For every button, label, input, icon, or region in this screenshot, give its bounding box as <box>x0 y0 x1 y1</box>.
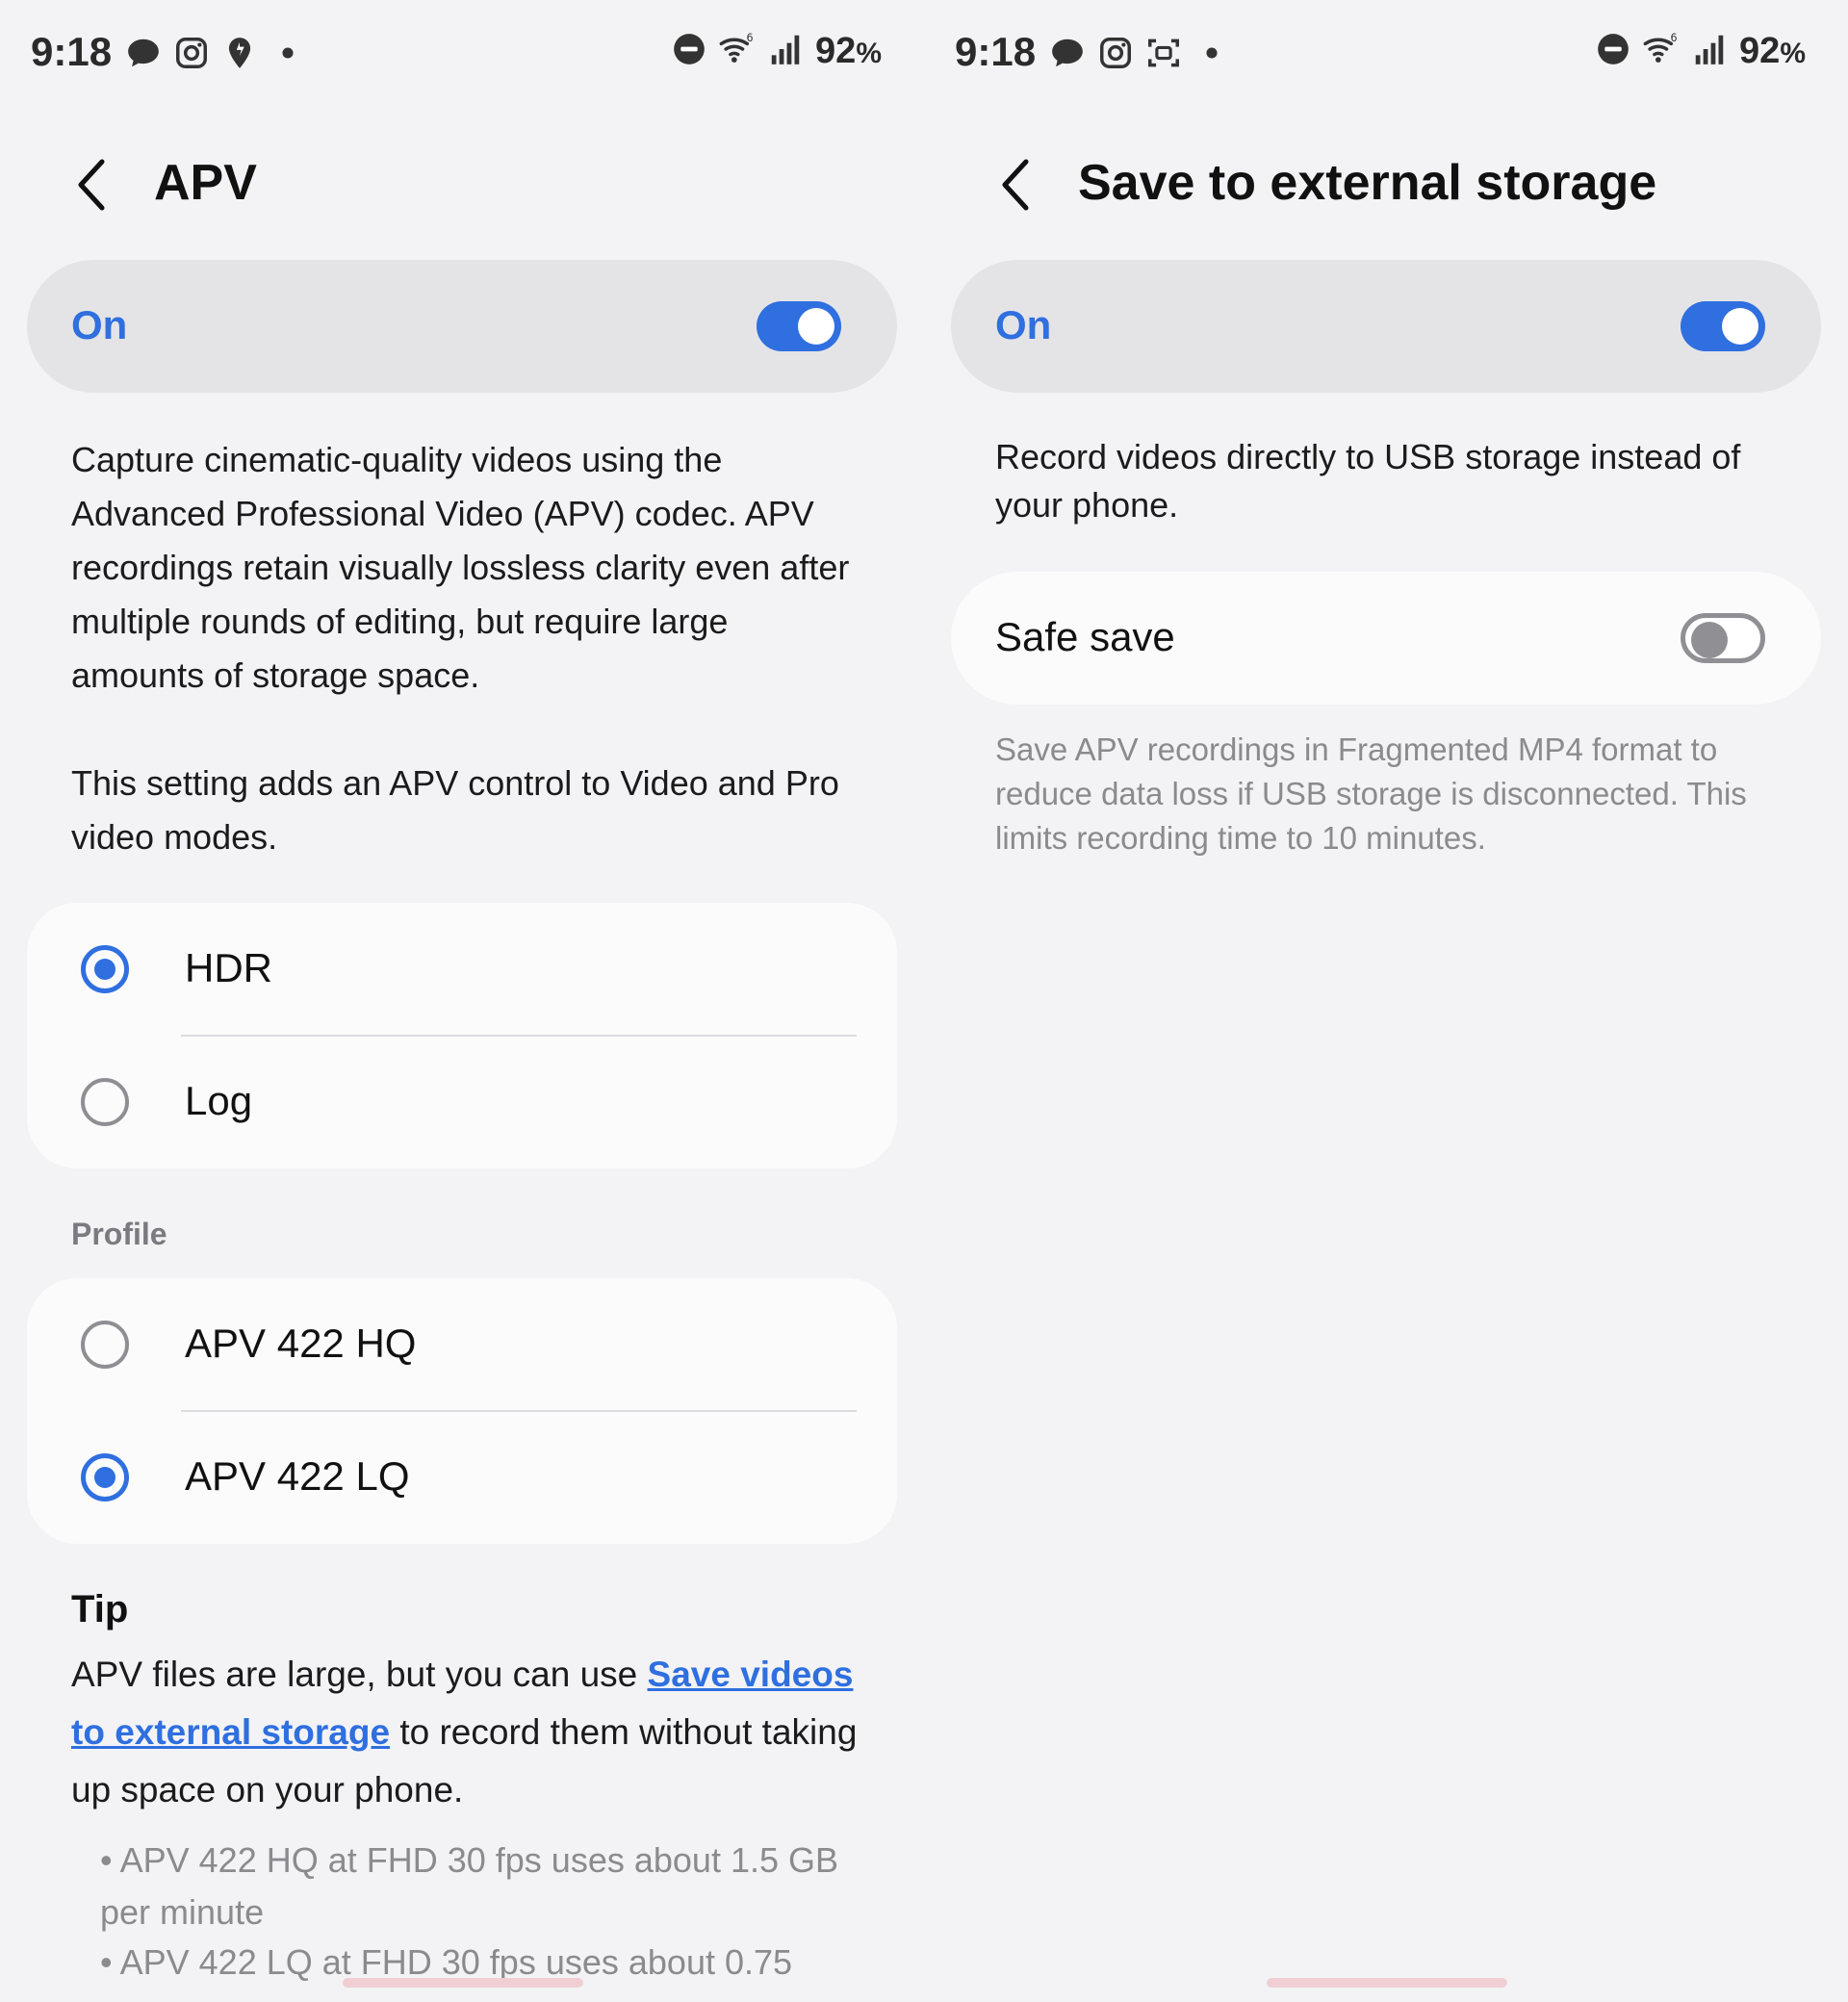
wifi-6-icon: 6 <box>1643 31 1680 72</box>
apv-description: Capture cinematic-quality videos using t… <box>71 440 850 695</box>
instagram-icon <box>173 35 210 76</box>
chevron-left-icon <box>1002 159 1029 211</box>
radio-apv-422-lq[interactable] <box>81 1453 129 1502</box>
radio-apv-422-hq[interactable] <box>81 1321 129 1369</box>
dot-icon <box>270 35 306 76</box>
tip-body: APV files are large, but you can use Sav… <box>71 1646 880 1819</box>
back-button[interactable] <box>995 156 1040 214</box>
safe-save-row[interactable]: Safe save <box>951 572 1821 705</box>
screenshot-icon <box>1145 35 1182 76</box>
dot-icon <box>1194 35 1230 76</box>
master-toggle[interactable] <box>757 301 841 351</box>
svg-text:6: 6 <box>1671 32 1678 44</box>
battery-level: 92% <box>815 31 882 71</box>
master-switch-bar[interactable]: On <box>951 260 1821 393</box>
profile-options-card: APV 422 HQ APV 422 LQ <box>27 1278 897 1544</box>
safe-save-toggle[interactable] <box>1681 613 1765 663</box>
status-time: 9:18 <box>31 29 113 74</box>
wifi-6-icon: 6 <box>719 31 756 72</box>
master-switch-label: On <box>71 302 128 347</box>
safe-save-label: Safe save <box>995 614 1175 659</box>
do-not-disturb-icon <box>1595 31 1631 72</box>
chat-bubble-icon <box>125 35 162 76</box>
home-indicator[interactable] <box>343 1978 583 1988</box>
radio-hdr[interactable] <box>81 945 129 993</box>
tip-bullet: • APV 422 HQ at FHD 30 fps uses about 1.… <box>100 1840 839 1932</box>
notification-icons <box>1049 35 1230 76</box>
option-label: HDR <box>185 945 272 990</box>
external-description: Record videos directly to USB storage in… <box>995 437 1741 525</box>
status-time: 9:18 <box>955 29 1037 74</box>
signal-bars-icon <box>1691 31 1728 72</box>
system-icons: 6 92% <box>1595 31 1806 72</box>
option-apv-422-lq[interactable]: APV 422 LQ <box>27 1411 897 1544</box>
status-bar: 9:18 6 92% <box>924 0 1848 106</box>
master-switch-label: On <box>995 302 1052 347</box>
svg-text:6: 6 <box>747 32 754 44</box>
master-switch-bar[interactable]: On <box>27 260 897 393</box>
radio-log[interactable] <box>81 1078 129 1126</box>
external-storage-screen: 9:18 6 92% Save to external storage On R… <box>924 0 1848 2002</box>
status-bar: 9:18 6 92% <box>0 0 924 106</box>
back-button[interactable] <box>71 156 116 214</box>
battery-level: 92% <box>1739 31 1806 71</box>
mode-options-card: HDR Log <box>27 903 897 1168</box>
home-indicator[interactable] <box>1267 1978 1507 1988</box>
chevron-left-icon <box>78 159 105 211</box>
instagram-icon <box>1097 35 1134 76</box>
master-toggle[interactable] <box>1681 301 1765 351</box>
page-title: Save to external storage <box>1078 155 1657 211</box>
page-title: APV <box>154 155 257 211</box>
profile-header: Profile <box>71 1217 167 1251</box>
option-hdr[interactable]: HDR <box>27 903 897 1036</box>
option-label: APV 422 LQ <box>185 1453 410 1499</box>
apv-screen: 9:18 6 92% APV On Capture cinematic-qual… <box>0 0 924 2002</box>
do-not-disturb-icon <box>671 31 707 72</box>
chat-bubble-icon <box>1049 35 1086 76</box>
option-apv-422-hq[interactable]: APV 422 HQ <box>27 1278 897 1411</box>
notification-icons <box>125 35 306 76</box>
apv-setting-note: This setting adds an APV control to Vide… <box>71 763 839 857</box>
safe-save-note: Save APV recordings in Fragmented MP4 fo… <box>995 732 1747 856</box>
tip-text-before: APV files are large, but you can use <box>71 1655 648 1694</box>
tip-heading: Tip <box>71 1588 129 1630</box>
option-log[interactable]: Log <box>27 1036 897 1168</box>
system-icons: 6 92% <box>671 31 882 72</box>
signal-bars-icon <box>767 31 804 72</box>
notification-pin-icon <box>221 35 258 76</box>
option-label: Log <box>185 1078 253 1123</box>
option-label: APV 422 HQ <box>185 1321 417 1366</box>
